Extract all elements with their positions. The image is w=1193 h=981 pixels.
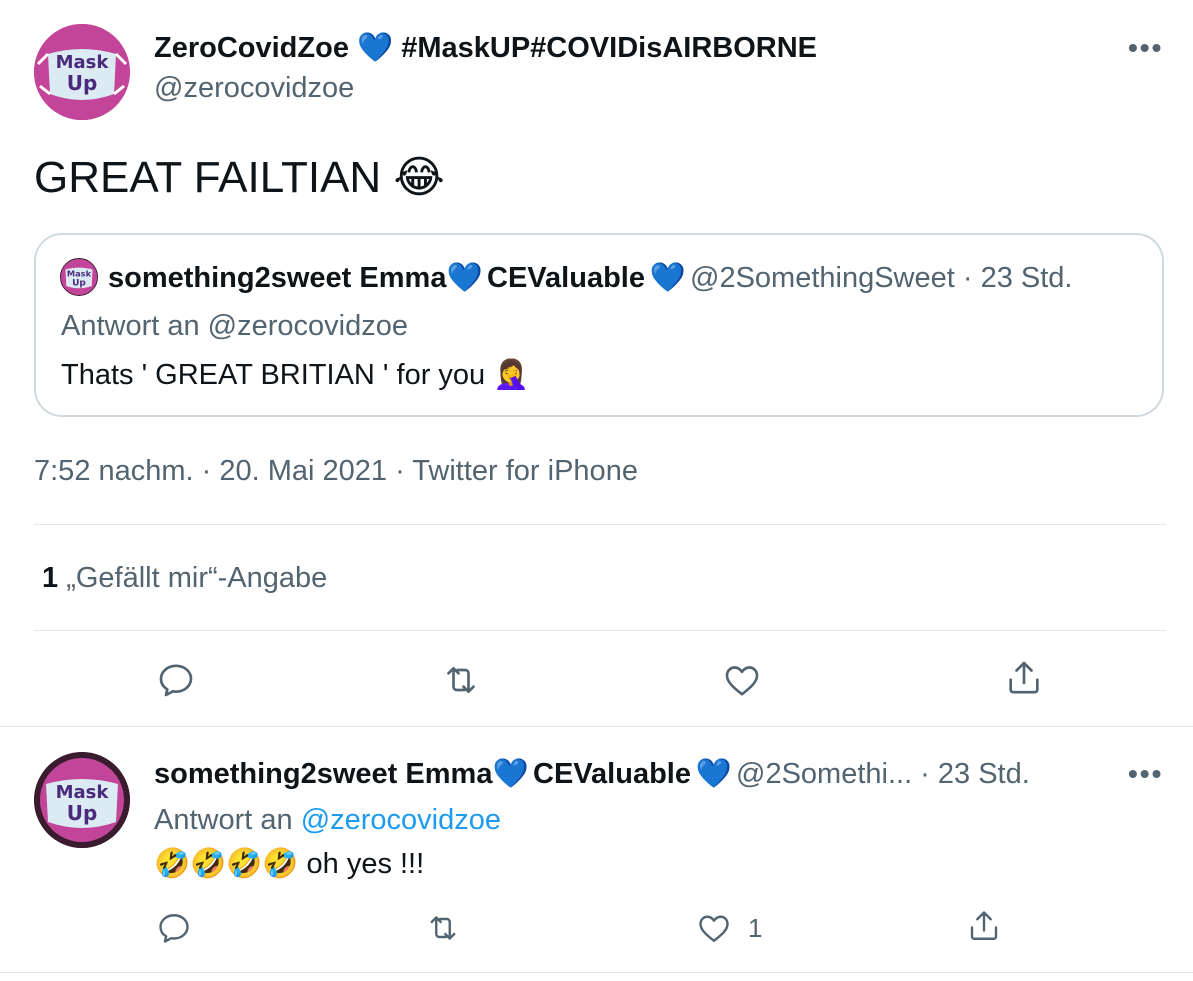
reply-button[interactable] <box>156 660 196 700</box>
rolling-laughing-emojis: 🤣🤣🤣🤣 <box>154 846 299 880</box>
author-tags: #MaskUP#COVIDisAIRBORNE <box>401 32 817 64</box>
share-button[interactable] <box>1004 658 1044 698</box>
divider <box>34 630 1166 631</box>
quoted-text-body: Thats ' GREAT BRITIAN ' for you <box>61 359 486 391</box>
share-icon <box>1009 661 1039 694</box>
retweet-icon <box>447 667 475 693</box>
reply-handle-time[interactable]: @2Somethi... · 23 Std. <box>736 758 1030 790</box>
avatar-text-up: Up <box>72 278 86 288</box>
retweet-button[interactable] <box>424 910 462 946</box>
divider <box>34 524 1166 525</box>
tweet-text: GREAT FAILTIAN 😂 <box>34 152 445 203</box>
reply-author-name-2[interactable]: CEValuable <box>533 758 691 790</box>
facepalm-emoji: 🤦‍♀️ <box>493 357 530 391</box>
quoted-author-name-2: CEValuable <box>487 262 645 294</box>
avatar-text-mask: Mask <box>67 268 92 278</box>
reply-author-name[interactable]: something2sweet Emma <box>154 758 492 790</box>
reply-to-handle-link[interactable]: @zerocovidzoe <box>301 804 501 836</box>
blue-heart-icon: 💙 <box>446 260 483 294</box>
reply-button[interactable] <box>156 910 192 946</box>
likes-count: 1 <box>42 562 59 594</box>
more-icon[interactable]: ••• <box>1128 758 1163 790</box>
like-button[interactable]: 1 <box>696 910 762 946</box>
more-icon[interactable]: ••• <box>1128 32 1163 64</box>
tweet-text-body: GREAT FAILTIAN <box>34 153 382 202</box>
avatar-text-up: Up <box>67 801 98 825</box>
retweet-button[interactable] <box>440 660 482 700</box>
quoted-author-name: something2sweet Emma <box>108 262 447 294</box>
author-name: ZeroCovidZoe <box>154 32 349 64</box>
author-name-line[interactable]: ZeroCovidZoe 💙 #MaskUP#COVIDisAIRBORNE <box>154 30 817 65</box>
share-button[interactable] <box>966 908 1002 944</box>
likes-label: „Gefällt mir“-Angabe <box>66 562 328 594</box>
reply-to-prefix: Antwort an <box>154 804 293 836</box>
mask-up-avatar-image: Mask Up <box>61 259 97 295</box>
reply-icon <box>159 914 189 943</box>
reply-author-avatar[interactable]: Mask Up <box>34 752 130 848</box>
reply-text-body: oh yes !!! <box>306 848 425 880</box>
avatar-text-mask: Mask <box>56 52 110 73</box>
quoted-author-avatar: Mask Up <box>60 258 98 296</box>
share-icon <box>970 911 998 940</box>
quoted-text: Thats ' GREAT BRITIAN ' for you 🤦‍♀️ <box>61 357 529 392</box>
reply-to-line: Antwort an @zerocovidzoe <box>154 804 501 837</box>
tweet-timestamp[interactable]: 7:52 nachm. · 20. Mai 2021 · Twitter for… <box>34 455 638 488</box>
reply-text: 🤣🤣🤣🤣 oh yes !!! <box>154 846 424 881</box>
mask-up-avatar-image: Mask Up <box>34 24 130 120</box>
like-icon <box>699 915 729 942</box>
tears-of-joy-emoji: 😂 <box>393 152 445 203</box>
like-count: 1 <box>748 912 763 943</box>
mask-up-avatar-image: Mask Up <box>34 752 130 848</box>
blue-heart-icon: 💙 <box>695 756 732 790</box>
blue-heart-icon: 💙 <box>357 30 394 64</box>
quoted-header: something2sweet Emma💙 CEValuable 💙 @2Som… <box>108 260 1072 295</box>
quoted-handle-time: @2SomethingSweet · 23 Std. <box>690 262 1073 294</box>
author-handle[interactable]: @zerocovidzoe <box>154 72 354 105</box>
reply-header: something2sweet Emma💙 CEValuable 💙 @2Som… <box>154 756 1030 791</box>
author-avatar[interactable]: Mask Up <box>34 24 130 120</box>
quoted-reply-to: Antwort an @zerocovidzoe <box>61 310 408 342</box>
like-button[interactable] <box>722 660 762 700</box>
reply-icon <box>159 664 193 697</box>
likes-summary[interactable]: 1 „Gefällt mir“-Angabe <box>42 562 327 595</box>
divider <box>0 726 1193 727</box>
blue-heart-icon: 💙 <box>492 756 529 790</box>
retweet-icon <box>430 916 456 940</box>
avatar-text-up: Up <box>67 71 98 95</box>
blue-heart-icon: 💙 <box>649 260 686 294</box>
like-icon <box>725 666 759 696</box>
divider <box>0 972 1193 973</box>
avatar-text-mask: Mask <box>56 782 110 803</box>
